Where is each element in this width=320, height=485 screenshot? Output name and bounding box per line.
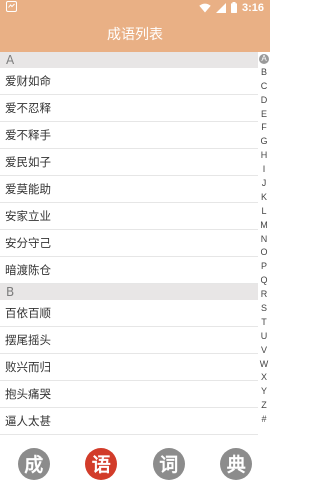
app-bar: 成语列表 bbox=[0, 15, 270, 52]
status-bar: 3:16 bbox=[0, 0, 270, 15]
signal-icon bbox=[215, 2, 226, 13]
index-letter-o[interactable]: O bbox=[258, 246, 270, 260]
index-letter-x[interactable]: X bbox=[258, 371, 270, 385]
index-letter-e[interactable]: E bbox=[258, 108, 270, 122]
index-letter-n[interactable]: N bbox=[258, 233, 270, 247]
index-letter-c[interactable]: C bbox=[258, 80, 270, 94]
index-letter-j[interactable]: J bbox=[258, 177, 270, 191]
alphabet-index-bar[interactable]: A B C D E F G H I J K L M N O P Q R S T … bbox=[258, 52, 270, 442]
index-letter-m[interactable]: M bbox=[258, 219, 270, 233]
list-item[interactable]: 摆尾摇头 bbox=[0, 327, 258, 354]
index-letter-hash[interactable]: # bbox=[258, 413, 270, 427]
index-letter-r[interactable]: R bbox=[258, 288, 270, 302]
index-letter-z[interactable]: Z bbox=[258, 399, 270, 413]
index-letter-p[interactable]: P bbox=[258, 260, 270, 274]
index-letter-y[interactable]: Y bbox=[258, 385, 270, 399]
index-letter-f[interactable]: F bbox=[258, 121, 270, 135]
index-letter-u[interactable]: U bbox=[258, 330, 270, 344]
index-letter-q[interactable]: Q bbox=[258, 274, 270, 288]
index-letter-d[interactable]: D bbox=[258, 94, 270, 108]
index-letter-a[interactable]: A bbox=[258, 52, 270, 66]
index-letter-s[interactable]: S bbox=[258, 302, 270, 316]
bottom-nav: 成 语 词 典 bbox=[0, 442, 270, 485]
list-item[interactable]: 爱民如子 bbox=[0, 149, 258, 176]
list-item[interactable]: 暗渡陈仓 bbox=[0, 257, 258, 284]
nav-button-cheng[interactable]: 成 bbox=[17, 447, 50, 480]
page-title: 成语列表 bbox=[107, 26, 163, 43]
battery-icon bbox=[230, 2, 237, 13]
idiom-list[interactable]: A 爱财如命 爱不忍释 爱不释手 爱民如子 爱莫能助 安家立业 安分守己 暗渡陈… bbox=[0, 52, 258, 442]
index-letter-l[interactable]: L bbox=[258, 205, 270, 219]
status-icons: 3:16 bbox=[199, 0, 264, 15]
section-header-b: B bbox=[0, 284, 258, 300]
index-letter-v[interactable]: V bbox=[258, 344, 270, 358]
nav-button-ci[interactable]: 词 bbox=[152, 447, 185, 480]
list-item[interactable]: 抱头痛哭 bbox=[0, 381, 258, 408]
list-item[interactable]: 败兴而归 bbox=[0, 354, 258, 381]
list-item[interactable]: 爱不忍释 bbox=[0, 95, 258, 122]
section-header-a: A bbox=[0, 52, 258, 68]
app-notification-icon bbox=[6, 1, 17, 12]
index-letter-g[interactable]: G bbox=[258, 135, 270, 149]
index-letter-b[interactable]: B bbox=[258, 66, 270, 80]
list-item[interactable]: 逼人太甚 bbox=[0, 408, 258, 435]
status-time: 3:16 bbox=[241, 1, 264, 14]
index-letter-i[interactable]: I bbox=[258, 163, 270, 177]
list-item[interactable]: 爱不释手 bbox=[0, 122, 258, 149]
list-item[interactable]: 安家立业 bbox=[0, 203, 258, 230]
index-letter-t[interactable]: T bbox=[258, 316, 270, 330]
index-letter-w[interactable]: W bbox=[258, 358, 270, 372]
wifi-icon bbox=[199, 3, 211, 13]
nav-button-dian[interactable]: 典 bbox=[220, 447, 253, 480]
list-item[interactable]: 爱财如命 bbox=[0, 68, 258, 95]
list-item[interactable]: 百依百顺 bbox=[0, 300, 258, 327]
index-letter-k[interactable]: K bbox=[258, 191, 270, 205]
index-letter-h[interactable]: H bbox=[258, 149, 270, 163]
nav-button-yu[interactable]: 语 bbox=[85, 447, 118, 480]
list-item[interactable]: 爱莫能助 bbox=[0, 176, 258, 203]
list-item[interactable]: 安分守己 bbox=[0, 230, 258, 257]
